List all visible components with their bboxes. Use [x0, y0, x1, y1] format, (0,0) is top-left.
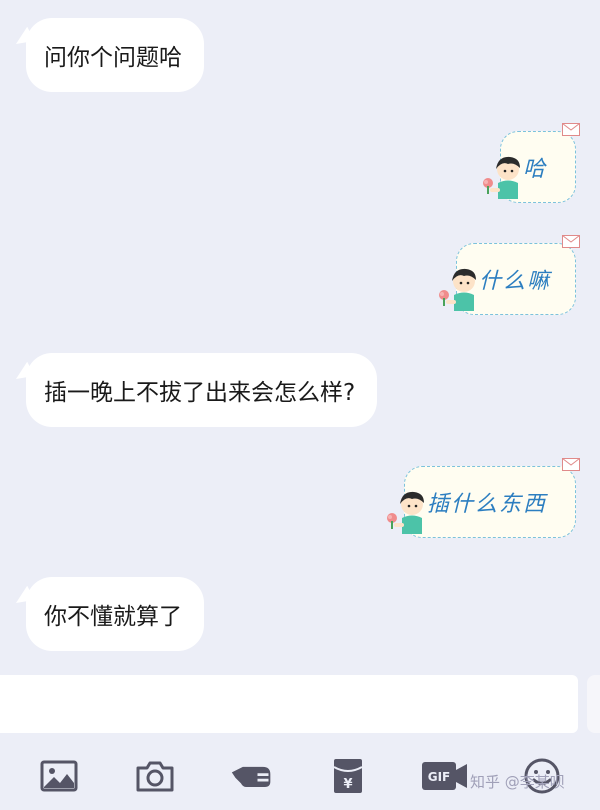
send-area-edge[interactable]	[587, 675, 600, 733]
image-icon	[40, 760, 78, 792]
outgoing-message[interactable]: 插什么东西	[387, 458, 580, 544]
poke-icon	[231, 766, 271, 787]
camera-icon	[136, 761, 174, 792]
kid-avatar-icon	[387, 491, 424, 534]
image-button[interactable]	[37, 754, 81, 798]
camera-button[interactable]	[133, 754, 177, 798]
message-text: 什么嘛	[479, 269, 552, 294]
watermark: 知乎 @李某呗	[470, 773, 565, 791]
incoming-message-bubble[interactable]: 问你个问题哈	[26, 18, 204, 92]
message-text: 问你个问题哈	[44, 45, 182, 71]
message-text: 哈	[523, 157, 548, 182]
gif-icon: GIF	[422, 762, 467, 790]
red-packet-icon: ¥	[333, 759, 363, 793]
gif-label: GIF	[428, 770, 451, 784]
message-text: 插一晚上不拔了出来会怎么样?	[44, 380, 356, 406]
kid-avatar-icon	[483, 156, 520, 199]
red-packet-symbol: ¥	[343, 777, 352, 792]
kid-avatar-icon	[439, 268, 476, 311]
message-input[interactable]	[0, 675, 578, 733]
poke-button[interactable]	[230, 754, 274, 798]
outgoing-message[interactable]: 什么嘛	[439, 235, 580, 321]
envelope-icon	[562, 123, 580, 136]
outgoing-message[interactable]: 哈	[483, 123, 580, 209]
message-text: 你不懂就算了	[44, 604, 182, 630]
envelope-icon	[562, 458, 580, 471]
chat-area: 问你个问题哈 哈 什么嘛 插一晚上不拔了出来会怎么样? 插什么东西 你不懂就算了	[0, 0, 600, 675]
envelope-icon	[562, 235, 580, 248]
gif-button[interactable]: GIF	[421, 754, 469, 798]
message-text: 插什么东西	[427, 492, 548, 517]
red-packet-button[interactable]: ¥	[326, 754, 370, 798]
incoming-message-bubble[interactable]: 插一晚上不拔了出来会怎么样?	[26, 353, 378, 427]
incoming-message-bubble[interactable]: 你不懂就算了	[26, 577, 204, 651]
